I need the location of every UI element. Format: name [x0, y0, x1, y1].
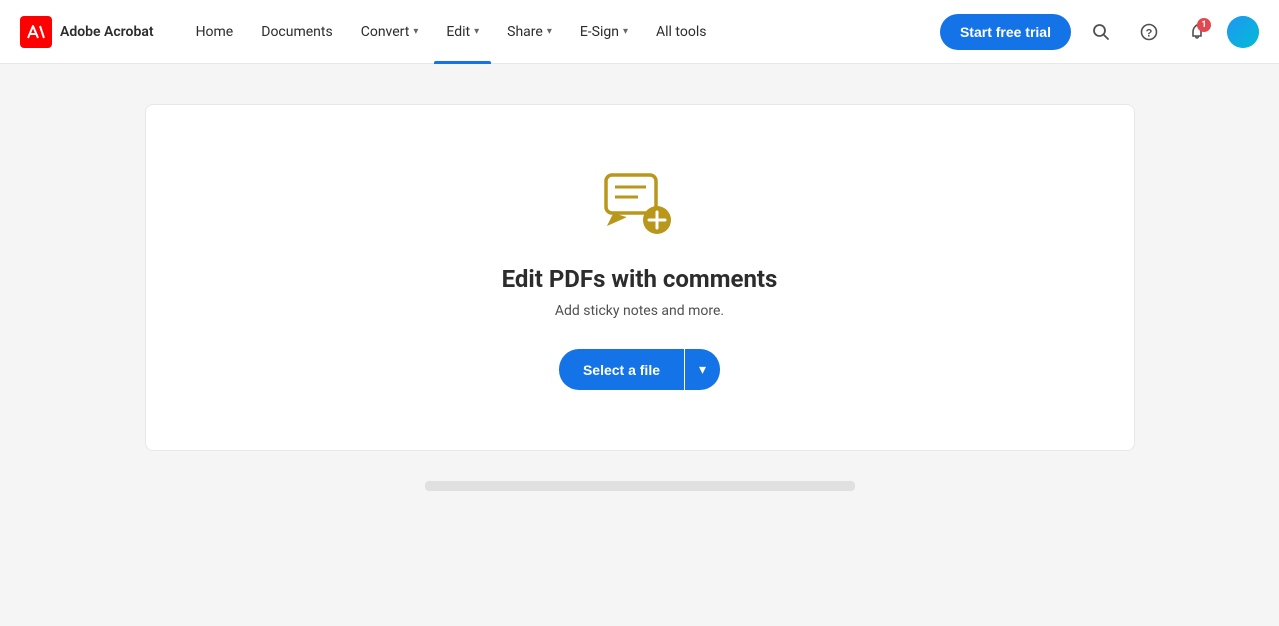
svg-text:?: ?: [1146, 27, 1153, 39]
select-file-group: Select a file ▾: [559, 349, 720, 390]
card-subtitle: Add sticky notes and more.: [555, 303, 724, 319]
select-file-button[interactable]: Select a file: [559, 349, 684, 390]
nav-share[interactable]: Share ▾: [495, 0, 564, 64]
nav-edit-chevron-icon: ▾: [474, 26, 479, 37]
user-avatar[interactable]: [1227, 16, 1259, 48]
nav-home[interactable]: Home: [184, 0, 246, 64]
nav-alltools-label: All tools: [656, 24, 706, 40]
nav-alltools[interactable]: All tools: [644, 0, 718, 64]
search-icon: [1092, 23, 1110, 41]
avatar-image: [1227, 16, 1259, 48]
nav-edit-label: Edit: [446, 24, 470, 40]
nav-esign[interactable]: E-Sign ▾: [568, 0, 640, 64]
nav-documents-label: Documents: [261, 24, 332, 40]
notification-badge: 1: [1197, 18, 1211, 32]
brand-logo[interactable]: Adobe Acrobat: [20, 16, 154, 48]
card-title: Edit PDFs with comments: [502, 265, 778, 293]
nav-convert-chevron-icon: ▾: [413, 26, 418, 37]
edit-card: Edit PDFs with comments Add sticky notes…: [145, 104, 1135, 451]
nav-esign-chevron-icon: ▾: [623, 26, 628, 37]
select-file-dropdown-button[interactable]: ▾: [685, 349, 720, 390]
bottom-strip: [425, 481, 855, 491]
navbar: Adobe Acrobat Home Documents Convert ▾ E…: [0, 0, 1279, 64]
nav-convert[interactable]: Convert ▾: [349, 0, 431, 64]
notification-button[interactable]: 1: [1179, 14, 1215, 50]
dropdown-chevron-icon: ▾: [699, 361, 706, 377]
start-trial-button[interactable]: Start free trial: [940, 14, 1071, 50]
edit-comments-icon: [600, 165, 680, 245]
nav-share-chevron-icon: ▾: [547, 26, 552, 37]
illustration: [600, 165, 680, 245]
nav-documents[interactable]: Documents: [249, 0, 344, 64]
search-button[interactable]: [1083, 14, 1119, 50]
nav-convert-label: Convert: [361, 24, 410, 40]
help-button[interactable]: ?: [1131, 14, 1167, 50]
nav-home-label: Home: [196, 24, 234, 40]
help-icon: ?: [1140, 23, 1158, 41]
nav-share-label: Share: [507, 24, 543, 40]
acrobat-logo-icon: [20, 16, 52, 48]
main-content: Edit PDFs with comments Add sticky notes…: [0, 64, 1279, 531]
nav-links: Home Documents Convert ▾ Edit ▾ Share ▾ …: [184, 0, 940, 64]
nav-edit[interactable]: Edit ▾: [434, 0, 491, 64]
nav-right: Start free trial ? 1: [940, 14, 1259, 50]
brand-name: Adobe Acrobat: [60, 24, 154, 40]
nav-esign-label: E-Sign: [580, 24, 619, 40]
